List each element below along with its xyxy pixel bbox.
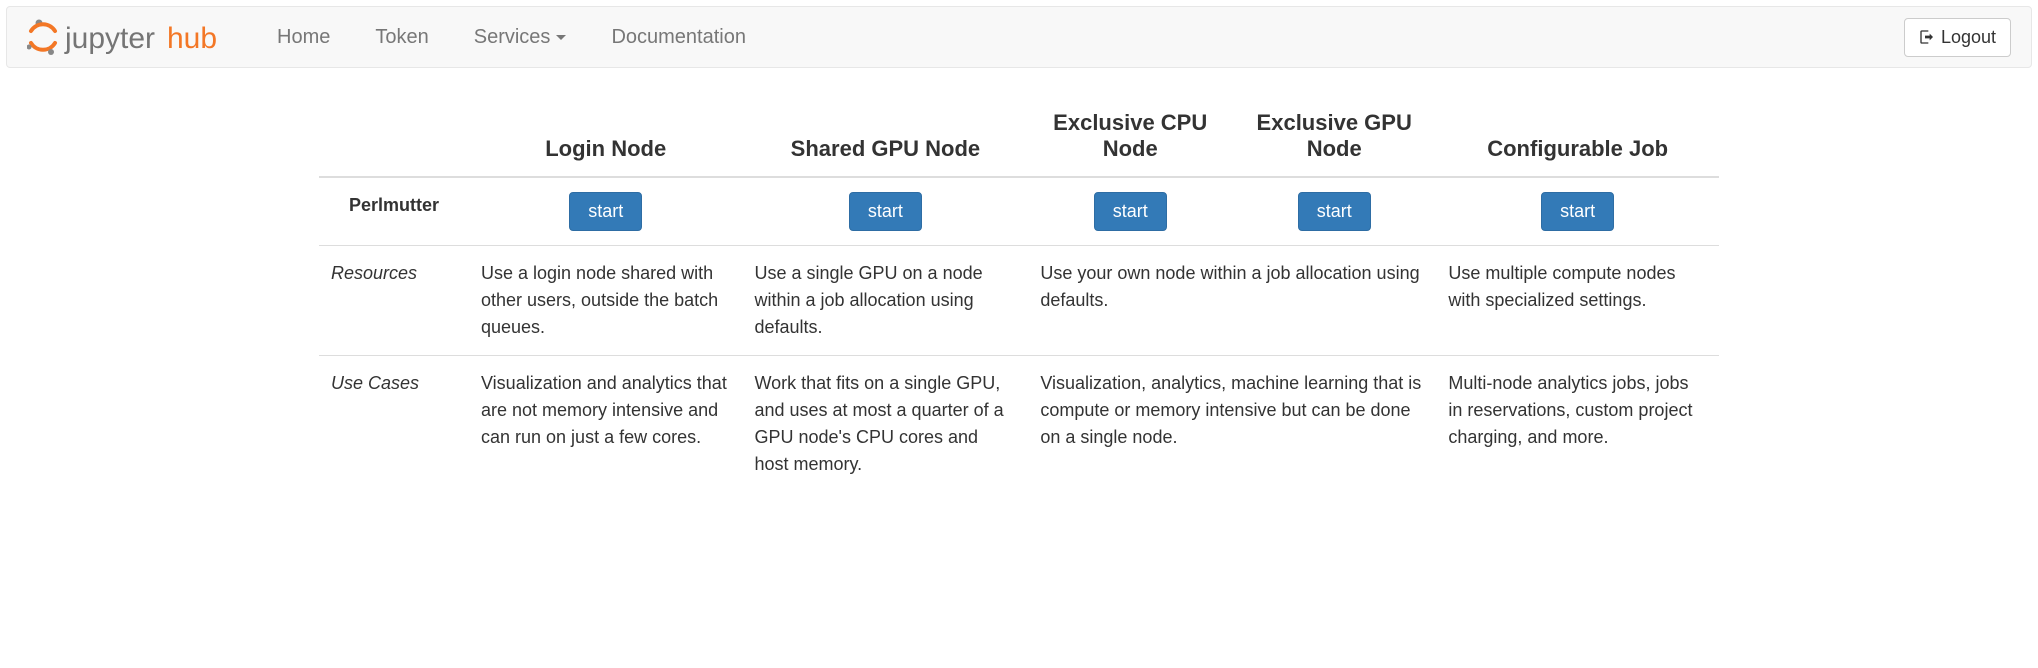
nav-services-dropdown[interactable]: Services <box>474 26 567 49</box>
nav-documentation[interactable]: Documentation <box>611 26 746 49</box>
logout-icon <box>1919 29 1935 45</box>
header-exclusive-gpu: Exclusive GPU Node <box>1232 98 1436 177</box>
row-perlmutter-label: Perlmutter <box>319 177 469 246</box>
jupyterhub-logo-svg: jupyter hub <box>27 17 257 57</box>
svg-text:hub: hub <box>167 22 217 55</box>
start-button-exclusive-gpu[interactable]: start <box>1298 192 1371 231</box>
row-perlmutter: Perlmutter start start start start start <box>319 177 1719 246</box>
logout-label: Logout <box>1941 27 1996 48</box>
start-button-configurable[interactable]: start <box>1541 192 1614 231</box>
header-login-node: Login Node <box>469 98 742 177</box>
usecases-configurable: Multi-node analytics jobs, jobs in reser… <box>1436 356 1719 493</box>
nav-services-label: Services <box>474 26 551 49</box>
usecases-login: Visualization and analytics that are not… <box>469 356 742 493</box>
main-container: Login Node Shared GPU Node Exclusive CPU… <box>309 98 1729 492</box>
nav-token[interactable]: Token <box>375 26 428 49</box>
svg-text:jupyter: jupyter <box>64 22 155 55</box>
start-button-shared-gpu[interactable]: start <box>849 192 922 231</box>
usecases-exclusive: Visualization, analytics, machine learni… <box>1028 356 1436 493</box>
row-usecases: Use Cases Visualization and analytics th… <box>319 356 1719 493</box>
nav-links: Home Token Services Documentation <box>277 26 1904 49</box>
header-blank <box>319 98 469 177</box>
start-button-login[interactable]: start <box>569 192 642 231</box>
jupyterhub-logo[interactable]: jupyter hub <box>27 17 257 57</box>
resources-login: Use a login node shared with other users… <box>469 246 742 356</box>
header-configurable: Configurable Job <box>1436 98 1719 177</box>
row-resources-label: Resources <box>319 246 469 356</box>
navbar: jupyter hub Home Token Services Document… <box>6 6 2032 68</box>
logout-button[interactable]: Logout <box>1904 18 2011 57</box>
resources-shared-gpu: Use a single GPU on a node within a job … <box>742 246 1028 356</box>
table-header-row: Login Node Shared GPU Node Exclusive CPU… <box>319 98 1719 177</box>
resources-exclusive: Use your own node within a job allocatio… <box>1028 246 1436 356</box>
row-resources: Resources Use a login node shared with o… <box>319 246 1719 356</box>
chevron-down-icon <box>556 35 566 40</box>
nav-home[interactable]: Home <box>277 26 330 49</box>
header-exclusive-cpu: Exclusive CPU Node <box>1028 98 1232 177</box>
start-button-exclusive-cpu[interactable]: start <box>1094 192 1167 231</box>
server-options-table: Login Node Shared GPU Node Exclusive CPU… <box>319 98 1719 492</box>
usecases-shared-gpu: Work that fits on a single GPU, and uses… <box>742 356 1028 493</box>
header-shared-gpu: Shared GPU Node <box>742 98 1028 177</box>
row-usecases-label: Use Cases <box>319 356 469 493</box>
resources-configurable: Use multiple compute nodes with speciali… <box>1436 246 1719 356</box>
